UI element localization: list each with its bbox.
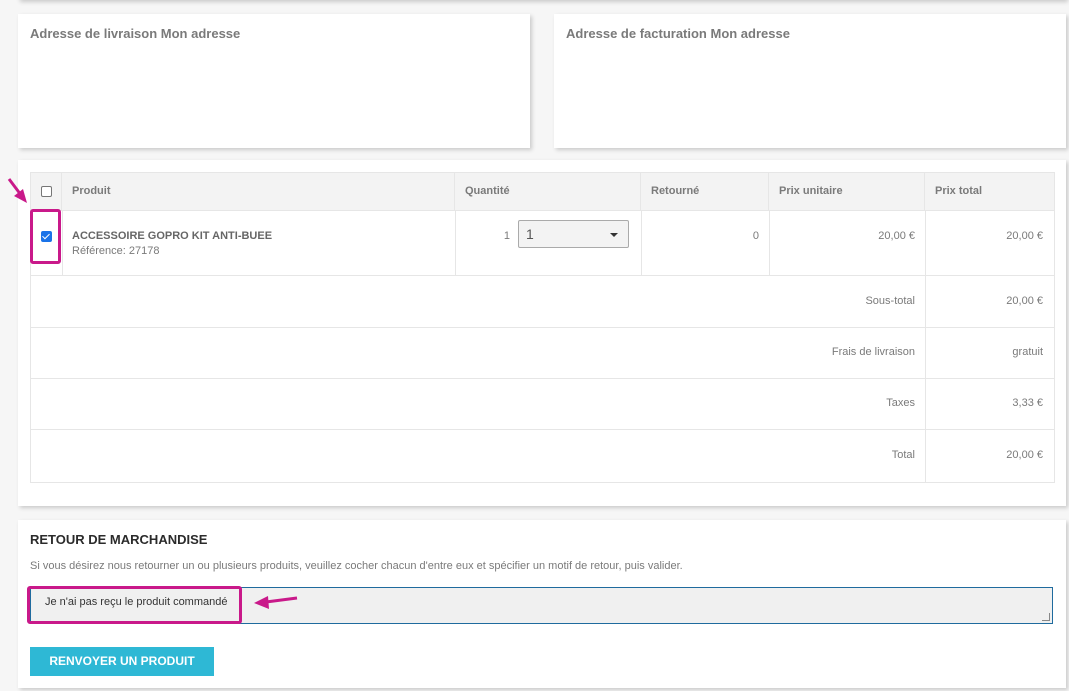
- divider: [62, 210, 63, 275]
- return-quantity-value: 1: [526, 226, 534, 242]
- header-returned: Retourné: [641, 173, 769, 210]
- product-quantity: 1: [503, 230, 510, 242]
- divider: [31, 429, 1054, 430]
- checkbox-highlight-box: [30, 209, 61, 264]
- shipping-address-card: Adresse de livraison Mon adresse: [18, 14, 530, 148]
- divider: [641, 210, 642, 275]
- submit-return-button[interactable]: RENVOYER UN PRODUIT: [30, 647, 214, 676]
- summary-total-label: Total: [891, 449, 915, 461]
- select-all-checkbox[interactable]: [41, 186, 52, 197]
- select-all-header: [31, 173, 62, 210]
- summary-total-value: 20,00 €: [1006, 449, 1043, 461]
- returned-quantity: 0: [752, 230, 759, 242]
- product-name: ACCESSOIRE GOPRO KIT ANTI-BUEE: [72, 230, 273, 242]
- textarea-highlight-box: [27, 586, 242, 624]
- header-unit-price: Prix unitaire: [769, 173, 925, 210]
- header-total-price: Prix total: [925, 173, 1054, 210]
- summary-taxes-label: Taxes: [886, 397, 915, 409]
- billing-address-card: Adresse de facturation Mon adresse: [554, 14, 1066, 148]
- summary-taxes-value: 3,33 €: [1012, 397, 1043, 409]
- return-quantity-select[interactable]: 1: [518, 220, 629, 248]
- order-products-table: Produit Quantité Retourné Prix unitaire …: [30, 172, 1055, 483]
- divider: [455, 210, 456, 275]
- divider: [31, 378, 1054, 379]
- unit-price: 20,00 €: [878, 230, 915, 242]
- product-reference: Référence: 27178: [72, 245, 160, 257]
- summary-subtotal-value: 20,00 €: [1006, 295, 1043, 307]
- divider: [31, 275, 1054, 276]
- resize-handle-icon[interactable]: [1042, 613, 1050, 621]
- divider: [31, 327, 1054, 328]
- chevron-down-icon: [610, 233, 618, 237]
- header-quantity: Quantité: [455, 173, 641, 210]
- summary-subtotal-label: Sous-total: [865, 295, 915, 307]
- divider: [31, 210, 1054, 211]
- shipping-address-title: Adresse de livraison Mon adresse: [30, 26, 241, 41]
- summary-shipping-label: Frais de livraison: [831, 346, 915, 358]
- billing-address-title: Adresse de facturation Mon adresse: [566, 26, 790, 41]
- order-products-card: Produit Quantité Retourné Prix unitaire …: [18, 160, 1066, 506]
- divider: [769, 210, 770, 275]
- return-instructions: Si vous désirez nous retourner un ou plu…: [30, 560, 683, 572]
- total-price: 20,00 €: [1006, 230, 1043, 242]
- header-product: Produit: [62, 173, 455, 210]
- return-section-title: RETOUR DE MARCHANDISE: [30, 532, 208, 547]
- summary-shipping-value: gratuit: [1012, 346, 1043, 358]
